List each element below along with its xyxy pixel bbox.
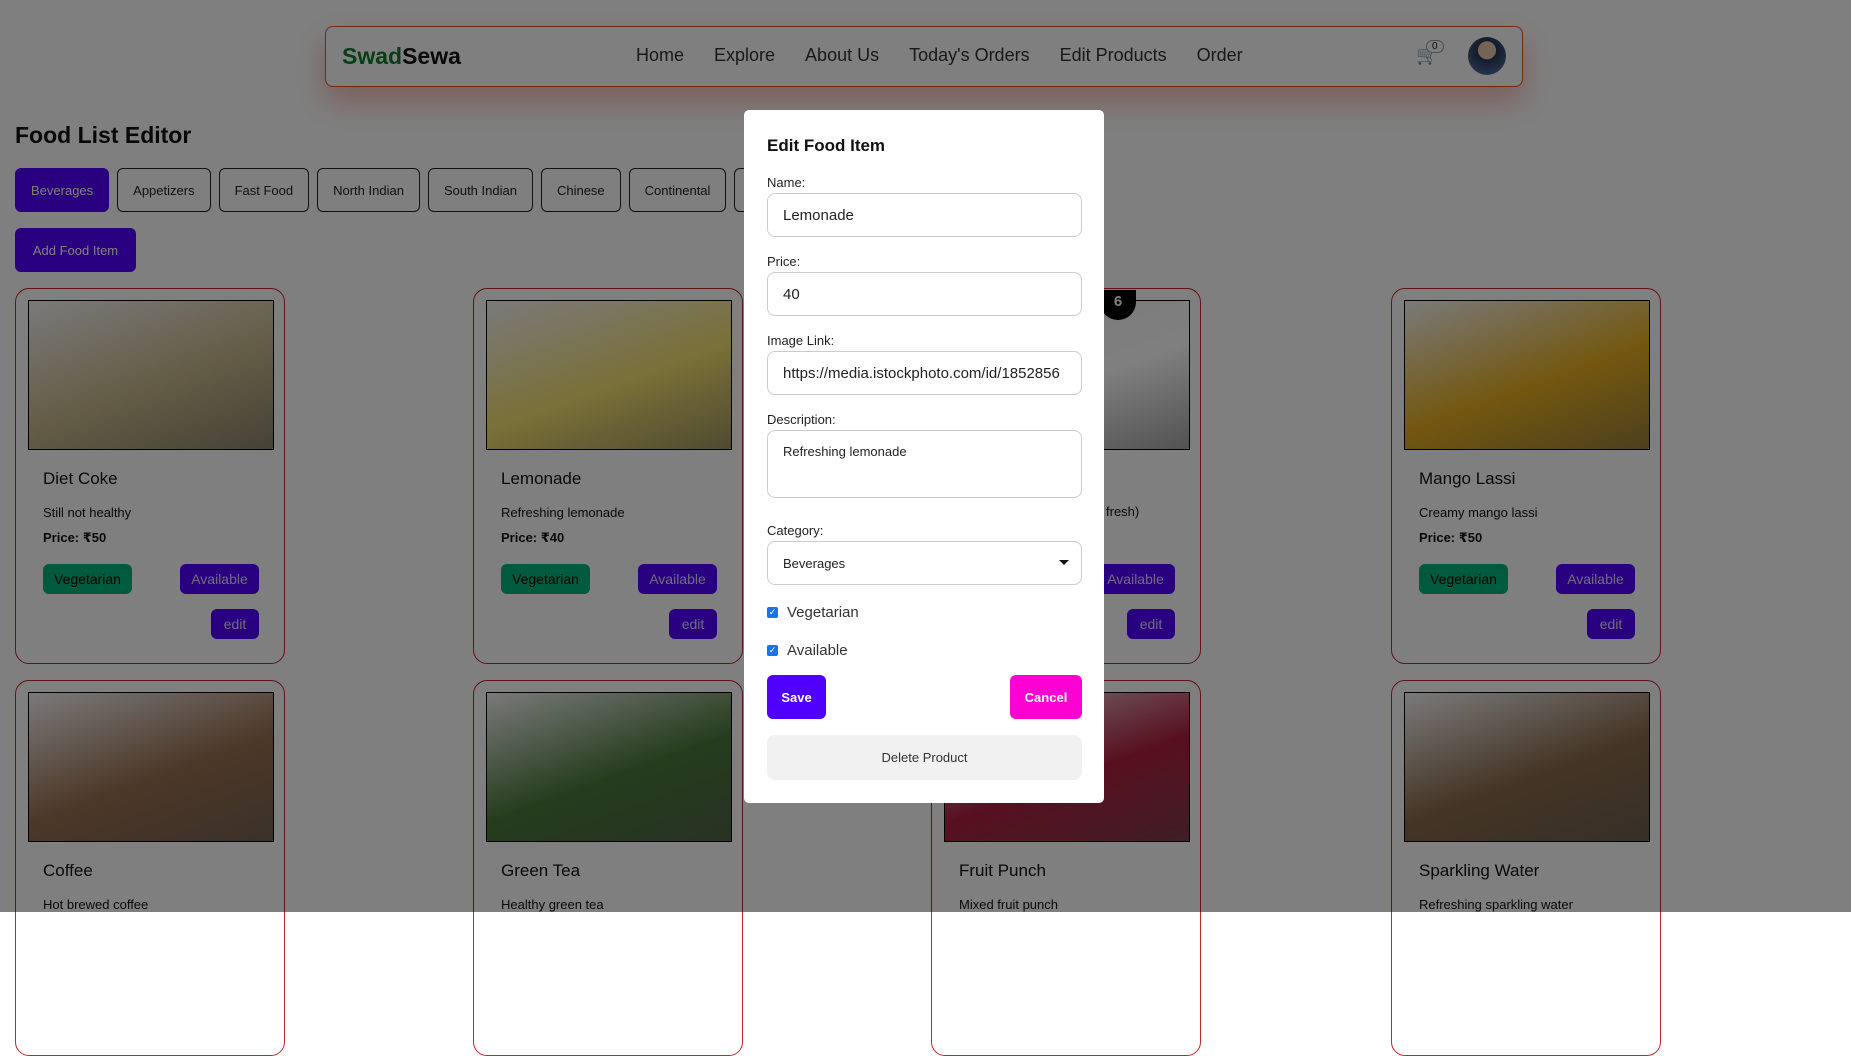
description-label: Description: xyxy=(767,412,836,427)
price-input[interactable]: 40 xyxy=(767,272,1082,316)
category-select-value: Beverages xyxy=(783,555,846,571)
name-input[interactable]: Lemonade xyxy=(767,193,1082,237)
vegetarian-label: Vegetarian xyxy=(787,604,859,621)
image-link-label: Image Link: xyxy=(767,333,835,348)
modal-title: Edit Food Item xyxy=(767,136,886,155)
vegetarian-checkbox[interactable]: ✓ Vegetarian xyxy=(767,604,859,621)
chevron-down-icon xyxy=(1059,560,1069,565)
category-select[interactable]: Beverages xyxy=(767,541,1082,585)
cancel-button[interactable]: Cancel xyxy=(1010,675,1082,719)
available-label: Available xyxy=(787,642,848,659)
image-link-input[interactable]: https://media.istockphoto.com/id/1852856 xyxy=(767,351,1082,395)
name-label: Name: xyxy=(767,175,806,190)
description-textarea[interactable]: Refreshing lemonade xyxy=(767,430,1082,498)
category-label: Category: xyxy=(767,523,824,538)
edit-food-modal: Edit Food Item Name: Lemonade Price: 40 … xyxy=(744,110,1104,803)
checkbox-checked-icon: ✓ xyxy=(767,645,778,656)
checkbox-checked-icon: ✓ xyxy=(767,607,778,618)
available-checkbox[interactable]: ✓ Available xyxy=(767,642,848,659)
delete-product-button[interactable]: Delete Product xyxy=(767,735,1082,780)
save-button[interactable]: Save xyxy=(767,675,826,719)
price-label: Price: xyxy=(767,254,801,269)
